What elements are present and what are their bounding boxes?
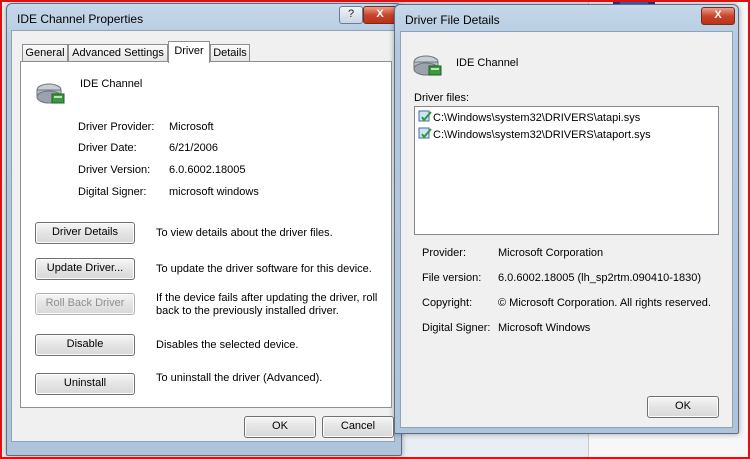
device-name: IDE Channel — [456, 57, 519, 69]
device-name: IDE Channel — [80, 78, 143, 90]
driver-files-list[interactable]: C:\Windows\system32\DRIVERS\atapi.sys C:… — [414, 106, 719, 235]
copyright-value: © Microsoft Corporation. All rights rese… — [498, 297, 711, 309]
ide-drive-icon — [413, 55, 442, 76]
ok-button[interactable]: OK — [244, 416, 316, 438]
driver-provider-label: Driver Provider: — [78, 121, 155, 133]
help-button[interactable]: ? — [339, 6, 363, 24]
window-title: Driver File Details — [405, 13, 500, 27]
list-item[interactable]: C:\Windows\system32\DRIVERS\atapi.sys — [418, 110, 640, 124]
ide-drive-icon — [36, 83, 65, 104]
driver-files-label: Driver files: — [414, 92, 470, 104]
uninstall-button[interactable]: Uninstall — [35, 373, 135, 395]
provider-label: Provider: — [422, 247, 467, 259]
driver-details-button[interactable]: Driver Details — [35, 222, 135, 244]
window-title: IDE Channel Properties — [17, 12, 144, 26]
driver-date-label: Driver Date: — [78, 142, 137, 154]
digital-signer-label: Digital Signer: — [422, 322, 491, 334]
tab-driver[interactable]: Driver — [168, 41, 210, 63]
roll-back-driver-desc: If the device fails after updating the d… — [156, 292, 378, 317]
digital-signer-value: microsoft windows — [169, 186, 259, 198]
signed-driver-file-icon — [418, 110, 432, 122]
digital-signer-label: Digital Signer: — [78, 186, 147, 198]
tab-advanced-settings[interactable]: Advanced Settings — [68, 44, 168, 62]
close-button[interactable]: X — [363, 6, 397, 24]
file-version-value: 6.0.6002.18005 (lh_sp2rtm.090410-1830) — [498, 272, 702, 284]
tab-general[interactable]: General — [22, 44, 68, 62]
driver-details-desc: To view details about the driver files. — [156, 227, 333, 239]
driver-provider-value: Microsoft — [169, 121, 214, 133]
file-version-label: File version: — [422, 272, 482, 284]
digital-signer-value: Microsoft Windows — [498, 322, 591, 334]
tab-details[interactable]: Details — [210, 44, 250, 62]
title-bar[interactable]: IDE Channel Properties ? X — [7, 4, 401, 32]
title-bar[interactable]: Driver File Details X — [395, 5, 738, 33]
copyright-label: Copyright: — [422, 297, 473, 309]
uninstall-desc: To uninstall the driver (Advanced). — [156, 372, 323, 384]
update-driver-desc: To update the driver software for this d… — [156, 263, 372, 275]
list-item[interactable]: C:\Windows\system32\DRIVERS\ataport.sys — [418, 127, 651, 141]
disable-button[interactable]: Disable — [35, 334, 135, 356]
disable-desc: Disables the selected device. — [156, 339, 299, 351]
provider-value: Microsoft Corporation — [498, 247, 604, 259]
update-driver-button[interactable]: Update Driver... — [35, 258, 135, 280]
cancel-button[interactable]: Cancel — [322, 416, 394, 438]
driver-version-value: 6.0.6002.18005 — [169, 164, 246, 176]
driver-version-label: Driver Version: — [78, 164, 151, 176]
roll-back-driver-button[interactable]: Roll Back Driver — [35, 293, 135, 315]
close-button[interactable]: X — [701, 7, 735, 25]
driver-date-value: 6/21/2006 — [169, 142, 218, 154]
signed-driver-file-icon — [418, 127, 432, 139]
ok-button[interactable]: OK — [647, 396, 719, 418]
